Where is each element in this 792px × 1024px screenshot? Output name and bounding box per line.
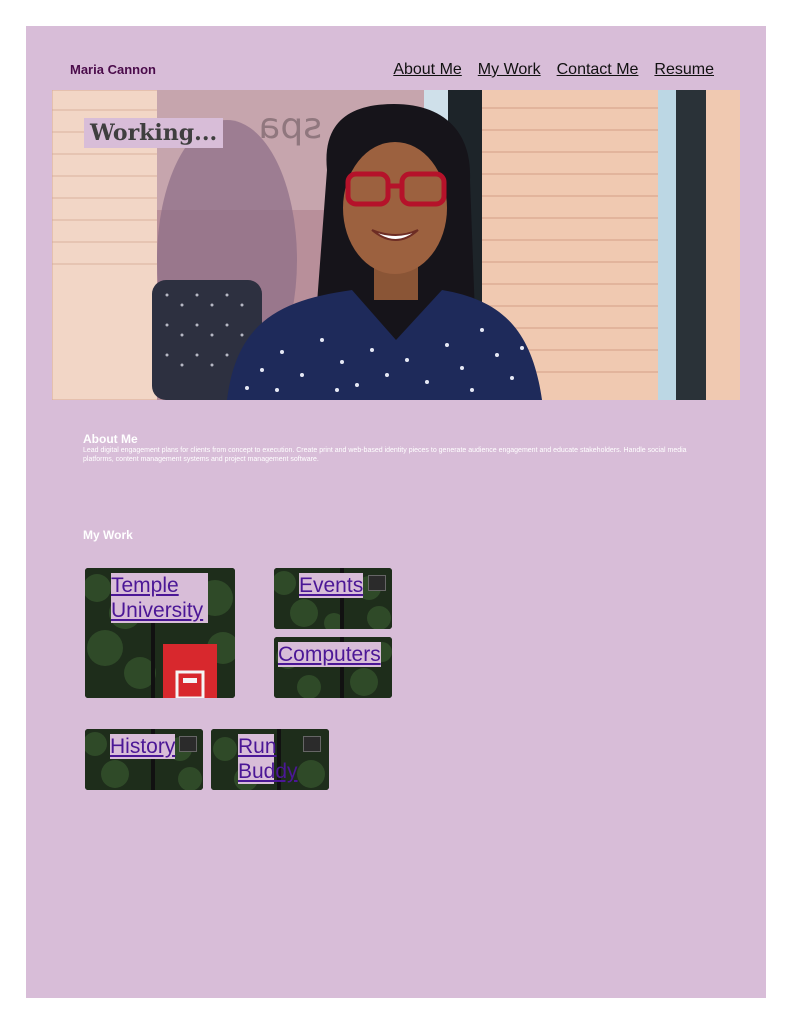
nav-work-link[interactable]: My Work	[478, 61, 541, 79]
temple-university-link[interactable]: Temple University	[111, 573, 208, 623]
about-section: About Me Lead digital engagement plans f…	[83, 432, 703, 464]
site-brand[interactable]: Maria Cannon	[70, 62, 156, 77]
computers-link[interactable]: Computers	[278, 642, 381, 667]
history-link[interactable]: History	[110, 734, 176, 759]
work-tile-history[interactable]: History	[85, 729, 203, 790]
square-icon	[179, 736, 197, 752]
square-icon	[303, 736, 321, 752]
square-icon	[368, 575, 386, 591]
work-tile-events[interactable]: Events	[274, 568, 392, 629]
nav-about-link[interactable]: About Me	[393, 61, 461, 79]
run-buddy-link[interactable]: Run Buddy	[238, 734, 298, 784]
events-link[interactable]: Events	[299, 573, 364, 598]
work-tile-computers[interactable]: Computers	[274, 637, 392, 698]
about-text: Lead digital engagement plans for client…	[83, 447, 687, 463]
nav-resume-link[interactable]: Resume	[654, 61, 714, 79]
work-tile-temple[interactable]: Temple University	[85, 568, 235, 698]
hero-badge: Working...	[84, 118, 224, 148]
window-reflection-text: spa	[258, 106, 322, 147]
work-tile-run-buddy[interactable]: Run Buddy	[211, 729, 329, 790]
my-work-heading: My Work	[83, 528, 133, 542]
main-nav: About Me My Work Contact Me Resume	[393, 61, 714, 79]
about-heading: About Me	[83, 432, 138, 446]
hero-photo: spa Working...	[52, 90, 740, 400]
page-container: Maria Cannon About Me My Work Contact Me…	[26, 26, 766, 998]
nav-contact-link[interactable]: Contact Me	[557, 61, 639, 79]
